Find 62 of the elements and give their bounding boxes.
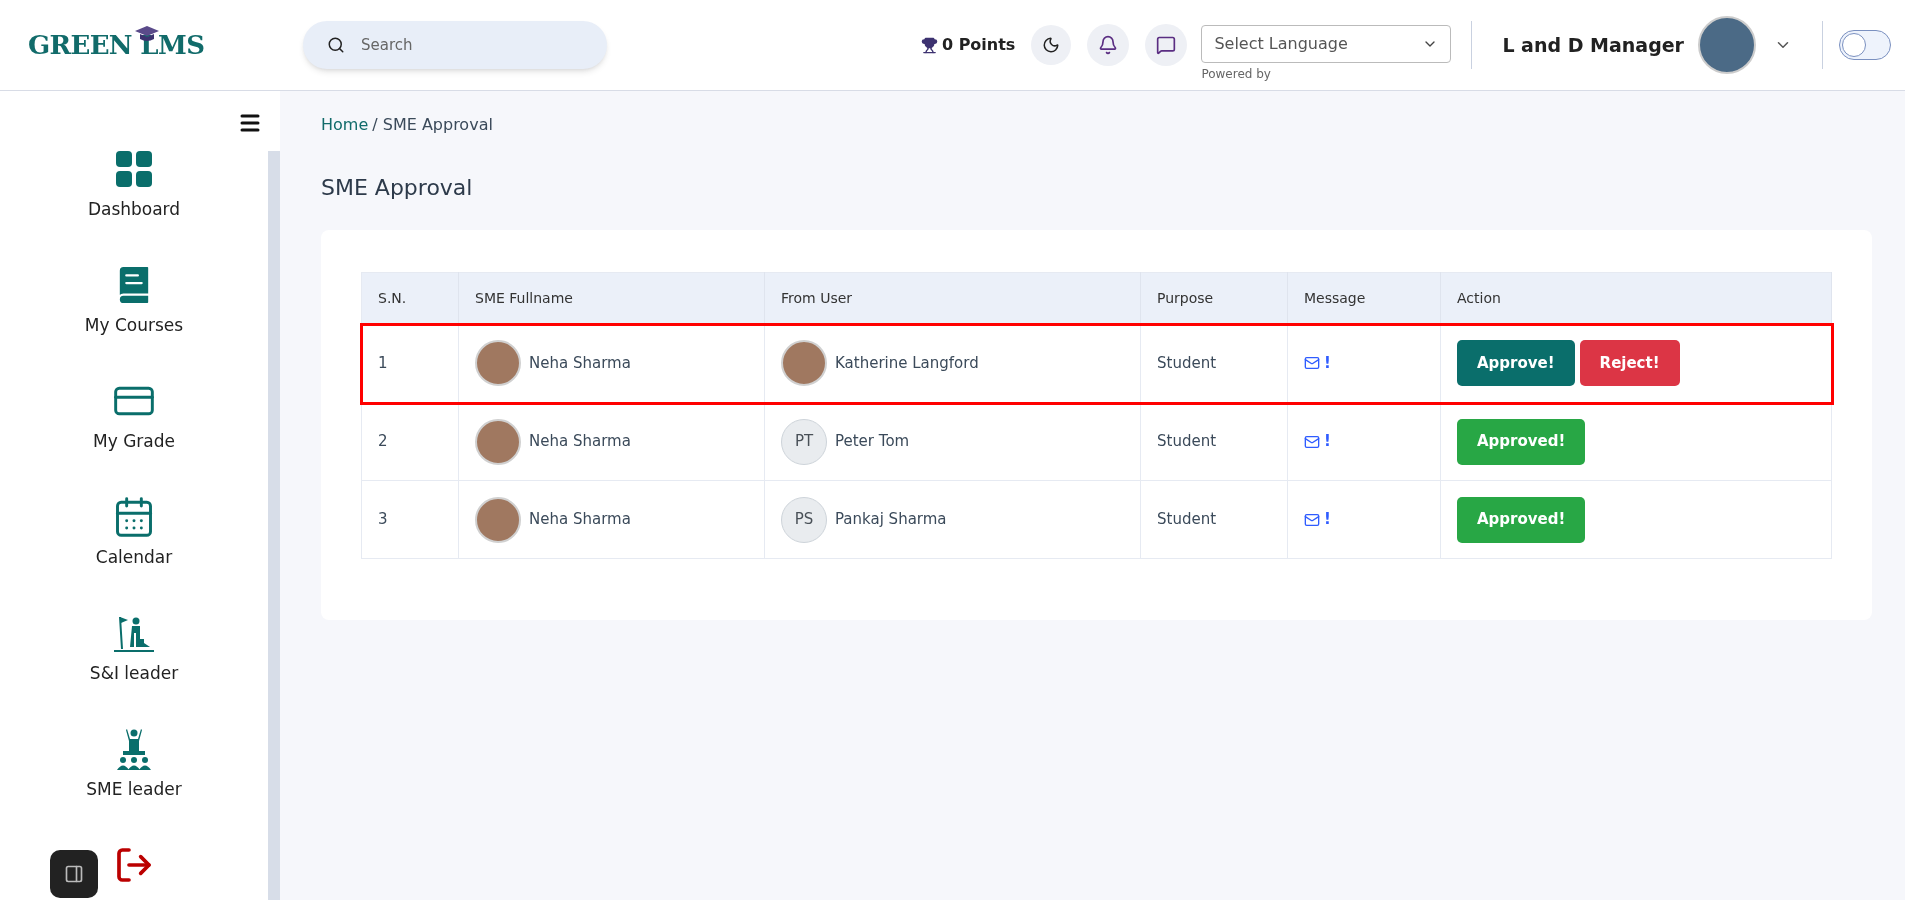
user-name[interactable]: L and D Manager [1502,30,1684,60]
breadcrumb-home-link[interactable]: Home [321,115,369,134]
panel-toggle-button[interactable] [50,850,98,898]
scrollbar[interactable] [268,151,280,900]
points-label: 0 Points [941,34,1016,56]
user-name: Pankaj Sharma [835,509,947,531]
purpose-text: Student [1157,354,1217,372]
sidebar-item[interactable]: Calendar [49,491,219,607]
logout-icon [114,845,154,885]
moon-icon [1042,36,1061,54]
trophy-icon [920,36,938,54]
sme-name: Neha Sharma [529,353,631,374]
message-link[interactable]: ! [1304,352,1331,375]
sidebar-item[interactable]: My Courses [49,259,219,375]
sme-name: Neha Sharma [529,509,631,531]
mail-icon [1304,355,1320,372]
breadcrumb-current: / SME Approval [372,115,493,134]
search-field[interactable]: Search [303,21,607,69]
reject-button[interactable]: Reject! [1579,340,1680,387]
column-header: Action [1440,272,1832,325]
search-icon [327,36,345,54]
sidebar-item[interactable]: My Grade [49,375,219,491]
user-name: Peter Tom [835,431,910,453]
grid-icon [115,150,153,188]
mail-icon [1304,511,1320,528]
sidebar-item[interactable]: SME leader [49,723,219,839]
sidebar-item[interactable]: Dashboard [49,143,219,259]
powered-by-text: Powered by [1201,66,1272,83]
sidebar-item[interactable]: S&I leader [49,607,219,723]
avatar-photo-placeholder [475,340,521,387]
column-header: S.N. [361,272,459,325]
column-header: Purpose [1140,272,1288,325]
avatar-photo-placeholder [781,340,827,387]
row-number: 1 [378,354,388,372]
column-header: SME Fullname [458,272,765,325]
language-select[interactable]: Select Language [1201,25,1452,63]
dark-mode-button[interactable] [1031,25,1072,65]
mail-icon [1304,433,1320,450]
bell-icon [1098,35,1119,55]
row-number: 2 [378,432,388,451]
column-header: From User [764,272,1141,325]
chat-button[interactable] [1145,24,1188,66]
user-avatar-placeholder[interactable] [1698,16,1756,74]
approve-button[interactable]: Approve! [1457,340,1575,387]
message-link[interactable]: ! [1304,508,1331,531]
row-number: 3 [378,510,388,529]
notification-button[interactable] [1087,24,1130,66]
initials-avatar: PS [781,496,827,543]
panel-icon [64,864,84,884]
initials-avatar: PT [781,418,827,465]
user-name: Katherine Langford [835,353,979,374]
avatar-photo-placeholder [475,496,521,543]
chat-icon [1156,35,1177,55]
page-title: SME Approval [321,174,474,202]
message-link[interactable]: ! [1304,430,1331,453]
column-header: Message [1287,272,1441,325]
avatar-photo-placeholder [475,418,521,465]
purpose-text: Student [1157,432,1217,451]
logo-text[interactable]: GREEN LMS [28,26,205,65]
purpose-text: Student [1157,510,1217,529]
sme-name: Neha Sharma [529,431,631,453]
toggle-switch[interactable] [1839,30,1891,60]
